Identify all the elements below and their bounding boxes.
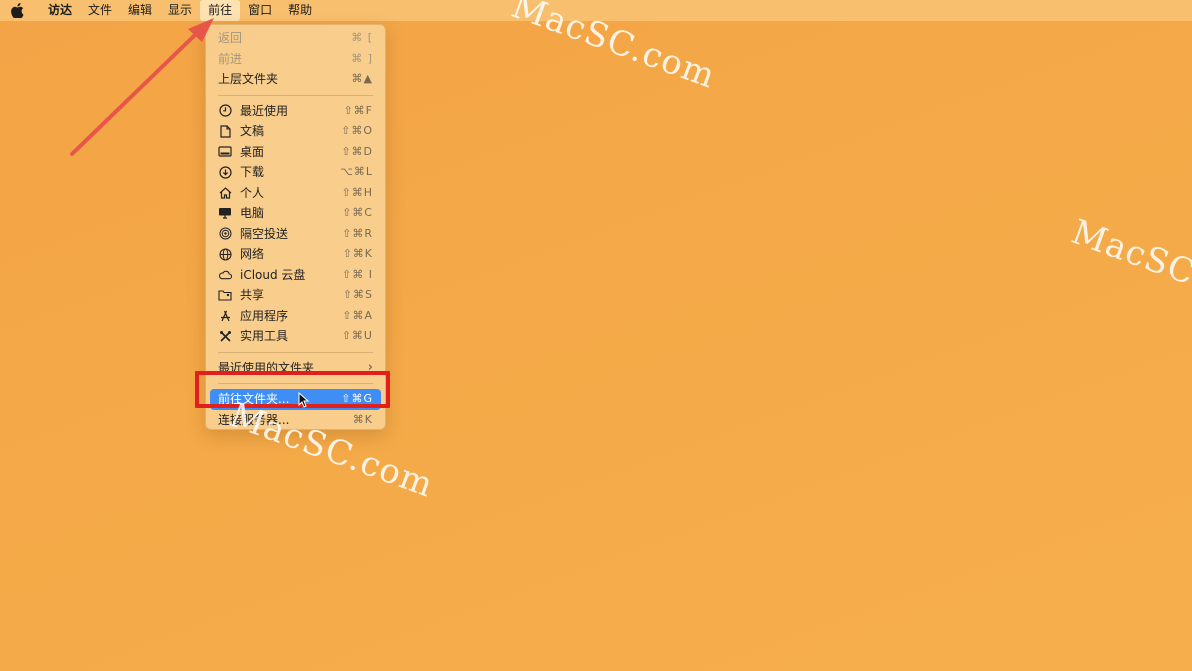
menu-item-shortcut: ⇧⌘D [341,144,373,158]
menu-item-label: 上层文件夹 [218,72,279,86]
menu-separator [218,351,373,353]
menu-item-label: 个人 [240,185,265,200]
menu-item-utilities[interactable]: 实用工具 ⇧⌘U [210,326,381,347]
menu-item-label: 应用程序 [240,308,289,323]
menu-item-shortcut: ⇧⌘S [342,288,373,301]
menu-window[interactable]: 窗口 [240,0,280,21]
menu-help[interactable]: 帮助 [280,0,320,21]
menu-item-label: 返回 [218,31,243,45]
mouse-cursor-icon [298,392,310,408]
menu-view[interactable]: 显示 [160,0,200,21]
airdrop-icon [218,227,232,241]
menu-item-shortcut: ⇧⌘A [342,308,373,322]
annotation-arrow-icon [70,18,214,156]
menu-item-applications[interactable]: 应用程序 ⇧⌘A [210,306,381,327]
download-icon [218,165,232,179]
menu-separator [218,94,373,96]
menu-item-network[interactable]: 网络 ⇧⌘K [210,244,381,265]
menu-item-label: 网络 [240,247,265,261]
menu-item-label: 共享 [240,288,265,302]
menu-item-shortcut: ⇧⌘R [342,226,373,240]
computer-icon [218,206,232,220]
menu-item-shared[interactable]: 共享 ⇧⌘S [210,285,381,306]
menu-item-shortcut: ⇧⌘H [341,185,373,199]
watermark-text: MacSC.co [1066,212,1192,312]
menu-item-computer[interactable]: 电脑 ⇧⌘C [210,203,381,224]
utilities-icon [218,329,232,343]
menu-item-label: 文稿 [240,124,265,138]
menu-item-shortcut: ⌘K [352,412,373,426]
menu-item-shortcut: ⇧⌘C [342,206,373,219]
menu-item-label: 实用工具 [240,329,289,343]
menu-item-shortcut: ⇧⌘ I [342,267,373,281]
menu-item-label: 下载 [240,165,265,179]
menu-edit[interactable]: 编辑 [120,0,160,21]
menu-go[interactable]: 前往 [200,0,241,21]
annotation-highlight-box [195,371,390,408]
menu-item-label: 前进 [218,51,243,66]
menu-file[interactable]: 文件 [80,0,120,21]
menu-item-label: 隔空投送 [240,226,289,241]
menu-item-shortcut: ⌘▲ [351,72,373,85]
menu-item-label: 桌面 [240,144,265,159]
menu-item-label: 最近使用 [240,103,289,118]
menu-item-shortcut: ⌥⌘L [340,165,373,178]
desktop-icon [218,145,232,159]
go-menu-dropdown: 返回 ⌘ [ 前进 ⌘ ] 上层文件夹 ⌘▲ 最近使用 ⇧⌘F 文稿 ⇧⌘O 桌… [205,24,386,430]
menu-item-airdrop[interactable]: 隔空投送 ⇧⌘R [210,224,381,245]
menu-item-back[interactable]: 返回 ⌘ [ [210,28,381,49]
menu-item-desktop[interactable]: 桌面 ⇧⌘D [210,142,381,163]
menu-item-enclosing-folder[interactable]: 上层文件夹 ⌘▲ [210,69,381,90]
apple-logo-icon[interactable] [10,3,24,19]
menu-item-shortcut: ⇧⌘U [341,329,373,342]
menu-item-shortcut: ⇧⌘O [341,124,373,137]
globe-icon [218,247,232,261]
applications-icon [218,309,232,323]
menu-item-recents[interactable]: 最近使用 ⇧⌘F [210,101,381,122]
menu-item-shortcut: ⇧⌘F [343,103,373,117]
menu-item-documents[interactable]: 文稿 ⇧⌘O [210,121,381,142]
home-icon [218,186,232,200]
menu-item-shortcut: ⇧⌘K [342,247,373,260]
clock-icon [218,104,232,118]
menu-item-label: 电脑 [240,206,265,220]
menu-item-downloads[interactable]: 下载 ⌥⌘L [210,162,381,183]
menu-item-shortcut: ⌘ [ [351,31,373,44]
menu-item-icloud-drive[interactable]: iCloud 云盘 ⇧⌘ I [210,265,381,286]
menu-item-label: iCloud 云盘 [240,267,306,282]
menu-item-forward[interactable]: 前进 ⌘ ] [210,49,381,70]
shared-folder-icon [218,288,232,302]
document-icon [218,124,232,138]
menu-finder[interactable]: 访达 [40,0,80,21]
cloud-icon [218,268,232,282]
menu-item-shortcut: ⌘ ] [351,51,373,65]
menu-item-home[interactable]: 个人 ⇧⌘H [210,183,381,204]
